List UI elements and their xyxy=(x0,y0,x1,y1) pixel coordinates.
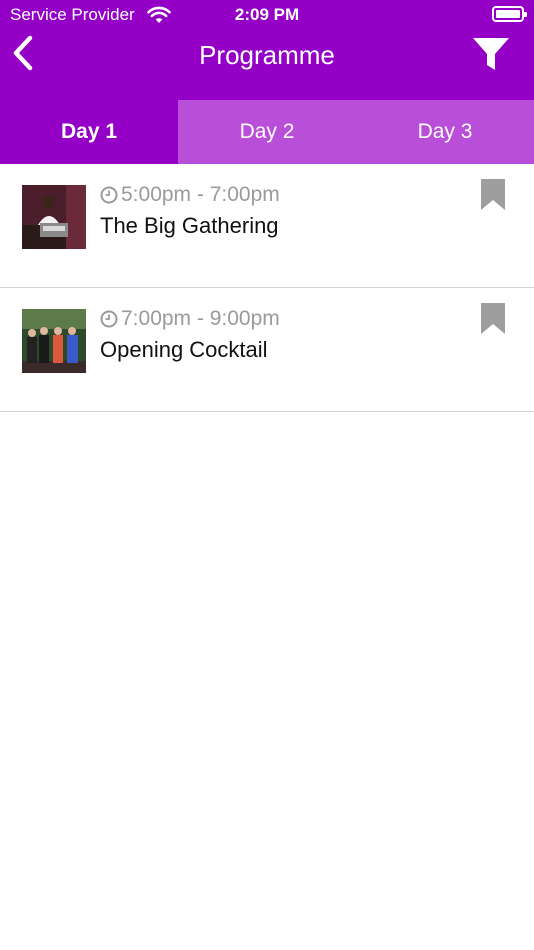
event-time: 7:00pm - 9:00pm xyxy=(121,307,280,330)
event-thumbnail xyxy=(22,309,86,373)
tab-day-1[interactable]: Day 1 xyxy=(0,100,178,164)
battery-icon xyxy=(492,6,527,22)
tab-day-3[interactable]: Day 3 xyxy=(356,100,534,164)
event-title: The Big Gathering xyxy=(100,213,279,238)
event-list: 5:00pm - 7:00pm The Big Gathering 7:00pm… xyxy=(0,164,534,412)
navigation-bar: Service Provider 2:09 PM Programme xyxy=(0,0,534,100)
clock-icon xyxy=(100,310,118,328)
day-tabs: Day 1 Day 2 Day 3 xyxy=(0,100,534,164)
status-time: 2:09 PM xyxy=(234,5,300,24)
page-title: Programme xyxy=(199,40,335,70)
filter-icon[interactable] xyxy=(470,34,512,74)
clock-icon xyxy=(100,186,118,204)
event-time: 5:00pm - 7:00pm xyxy=(121,183,280,206)
bookmark-icon[interactable] xyxy=(479,179,507,211)
event-row[interactable]: 7:00pm - 9:00pm Opening Cocktail xyxy=(0,288,534,412)
event-title: Opening Cocktail xyxy=(100,337,268,362)
status-bar: Service Provider 2:09 PM xyxy=(0,0,534,30)
event-thumbnail xyxy=(22,185,86,249)
tab-day-2[interactable]: Day 2 xyxy=(178,100,356,164)
event-row[interactable]: 5:00pm - 7:00pm The Big Gathering xyxy=(0,164,534,288)
bookmark-icon[interactable] xyxy=(479,303,507,335)
